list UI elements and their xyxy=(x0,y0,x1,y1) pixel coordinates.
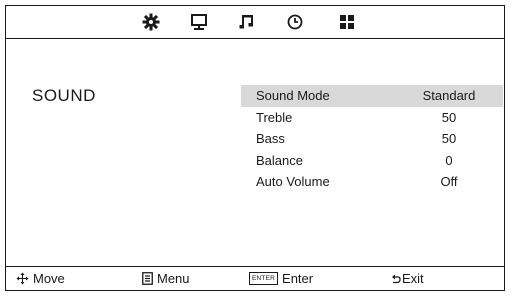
hint-move: Move xyxy=(16,271,65,286)
picture-gear-icon xyxy=(142,13,160,31)
clock-icon xyxy=(287,14,303,30)
tab-options[interactable] xyxy=(335,11,359,33)
menu-item-auto-volume[interactable]: Auto Volume Off xyxy=(241,171,503,193)
menu-item-label: Sound Mode xyxy=(256,88,330,103)
category-tab-bar xyxy=(6,6,504,39)
menu-item-label: Treble xyxy=(256,109,293,125)
monitor-icon xyxy=(191,14,207,30)
menu-item-sound-mode[interactable]: Sound Mode Standard xyxy=(241,85,503,107)
hint-menu: Menu xyxy=(142,271,190,286)
enter-key-badge: ENTER xyxy=(249,272,279,285)
menu-item-treble[interactable]: Treble 50 xyxy=(241,107,503,129)
menu-item-value: Standard xyxy=(422,88,476,103)
hint-move-label: Move xyxy=(33,271,65,286)
button-hint-bar: Move Menu ENTER Enter Exit xyxy=(6,266,504,290)
return-arrow-icon xyxy=(392,274,401,283)
hint-exit: Exit xyxy=(391,271,424,286)
menu-item-value: 50 xyxy=(441,131,457,146)
menu-item-label: Balance xyxy=(256,152,303,168)
hint-enter-label: Enter xyxy=(282,271,314,286)
grid-icon xyxy=(340,15,354,29)
tv-menu-window: SOUND Sound Mode Standard Treble 50 Bass… xyxy=(5,5,505,291)
menu-item-value: 50 xyxy=(441,109,457,125)
menu-item-value: Off xyxy=(440,174,458,189)
tab-screen[interactable] xyxy=(187,11,211,33)
menu-item-value: 0 xyxy=(445,152,453,168)
hint-exit-label: Exit xyxy=(402,271,424,286)
hint-enter: ENTER Enter xyxy=(249,271,313,286)
hint-menu-label: Menu xyxy=(157,271,190,286)
menu-item-bass[interactable]: Bass 50 xyxy=(241,128,503,150)
four-way-arrow-icon xyxy=(16,272,29,285)
menu-item-balance[interactable]: Balance 0 xyxy=(241,150,503,172)
tab-time[interactable] xyxy=(283,11,307,33)
tab-sound[interactable] xyxy=(235,11,259,33)
sound-settings-list: Sound Mode Standard Treble 50 Bass 50 Ba… xyxy=(241,85,503,193)
menu-item-label: Bass xyxy=(256,131,285,146)
tab-picture[interactable] xyxy=(139,11,163,33)
menu-item-label: Auto Volume xyxy=(256,174,330,189)
menu-list-icon xyxy=(142,272,153,285)
music-note-icon xyxy=(239,15,253,29)
section-title: SOUND xyxy=(32,86,96,105)
